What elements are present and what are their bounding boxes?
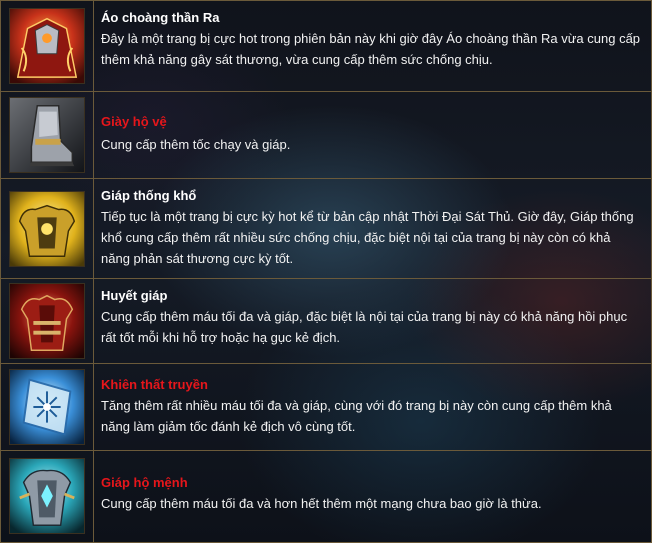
item-row: Giày hộ vệ Cung cấp thêm tốc chạy và giá… bbox=[1, 92, 651, 179]
item-description: Cung cấp thêm máu tối đa và hơn hết thêm… bbox=[101, 496, 542, 511]
item-description: Cung cấp thêm tốc chạy và giáp. bbox=[101, 137, 291, 152]
item-row: Khiên thất truyền Tăng thêm rất nhiều má… bbox=[1, 364, 651, 451]
icon-cell bbox=[1, 92, 94, 178]
golden-armor-icon bbox=[9, 191, 85, 267]
frost-shield-icon bbox=[9, 369, 85, 445]
icon-cell bbox=[1, 364, 94, 450]
item-row: Giáp thống khổ Tiếp tục là một trang bị … bbox=[1, 179, 651, 279]
icon-cell bbox=[1, 179, 94, 278]
icon-cell bbox=[1, 279, 94, 363]
icon-cell bbox=[1, 1, 94, 91]
item-text: Giáp thống khổ Tiếp tục là một trang bị … bbox=[101, 179, 643, 269]
item-text: Huyết giáp Cung cấp thêm máu tối đa và g… bbox=[101, 279, 643, 348]
item-description: Cung cấp thêm máu tối đa và giáp, đặc bi… bbox=[101, 309, 628, 345]
item-description: Tăng thêm rất nhiều máu tối đa và giáp, … bbox=[101, 398, 612, 434]
item-table: Áo choàng thần Ra Đây là một trang bị cự… bbox=[0, 0, 652, 543]
item-text: Khiên thất truyền Tăng thêm rất nhiều má… bbox=[101, 364, 643, 437]
item-text: Giày hộ vệ Cung cấp thêm tốc chạy và giá… bbox=[101, 92, 643, 155]
armored-boots-icon bbox=[9, 97, 85, 173]
icon-cell bbox=[1, 451, 94, 543]
item-text: Áo choàng thần Ra Đây là một trang bị cự… bbox=[101, 1, 643, 70]
item-row: Áo choàng thần Ra Đây là một trang bị cự… bbox=[1, 1, 651, 92]
item-text: Giáp hộ mệnh Cung cấp thêm máu tối đa và… bbox=[101, 451, 643, 514]
item-name: Huyết giáp bbox=[101, 288, 168, 303]
item-name: Giày hộ vệ bbox=[101, 114, 167, 129]
item-row: Huyết giáp Cung cấp thêm máu tối đa và g… bbox=[1, 279, 651, 364]
guardian-armor-icon bbox=[9, 458, 85, 534]
item-description: Tiếp tục là một trang bị cực kỳ hot kể t… bbox=[101, 209, 634, 266]
item-description: Đây là một trang bị cực hot trong phiên … bbox=[101, 31, 641, 67]
item-name: Giáp thống khổ bbox=[101, 188, 197, 203]
blood-armor-icon bbox=[9, 283, 85, 359]
red-cloak-armor-icon bbox=[9, 8, 85, 84]
item-name: Giáp hộ mệnh bbox=[101, 475, 188, 490]
item-name: Khiên thất truyền bbox=[101, 377, 208, 392]
item-row: Giáp hộ mệnh Cung cấp thêm máu tối đa và… bbox=[1, 451, 651, 543]
item-name: Áo choàng thần Ra bbox=[101, 10, 220, 25]
